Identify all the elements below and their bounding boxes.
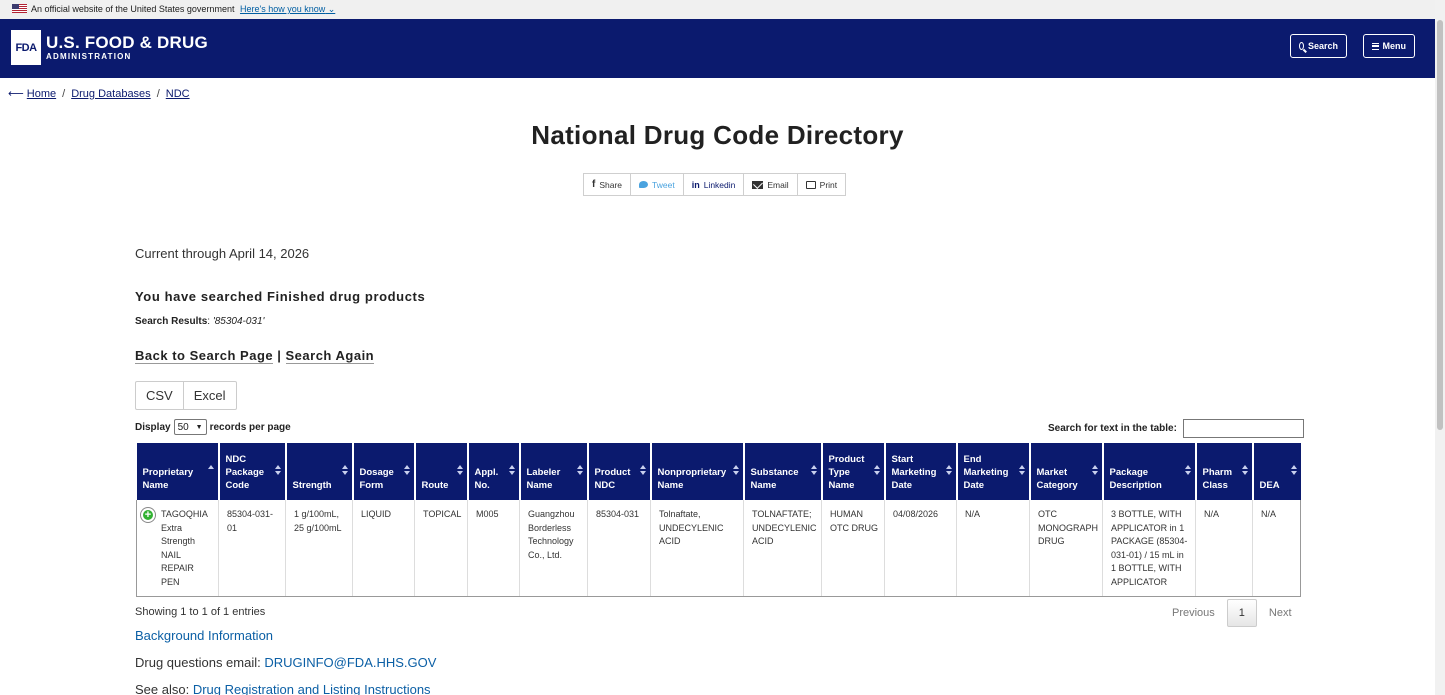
us-flag-icon [12, 4, 27, 13]
column-header[interactable]: Package Description [1102, 443, 1197, 500]
share-twitter-button[interactable]: Tweet [631, 174, 684, 195]
druginfo-email-link[interactable]: DRUGINFO@FDA.HHS.GOV [264, 655, 436, 670]
searched-heading: You have searched Finished drug products [135, 289, 426, 304]
facebook-icon: f [592, 179, 596, 190]
share-linkedin-button[interactable]: in Linkedin [684, 174, 745, 195]
column-header[interactable]: Appl. No. [467, 443, 521, 500]
table-cell: HUMAN OTC DRUG [821, 500, 885, 597]
share-facebook-button[interactable]: f Share [584, 174, 632, 195]
table-cell: 85304-031-01 [218, 500, 286, 597]
column-header[interactable]: Start Marketing Date [884, 443, 958, 500]
table-cell: N/A [1195, 500, 1253, 597]
back-links: Back to Search Page | Search Again [135, 348, 375, 364]
column-header[interactable]: Product Type Name [821, 443, 886, 500]
header-menu-button[interactable]: Menu [1363, 34, 1415, 58]
drug-questions-email: Drug questions email: DRUGINFO@FDA.HHS.G… [135, 655, 437, 670]
breadcrumb-home[interactable]: Home [27, 88, 56, 100]
column-header[interactable]: Dosage Form [352, 443, 416, 500]
column-header[interactable]: End Marketing Date [956, 443, 1031, 500]
current-through: Current through April 14, 2026 [135, 246, 310, 261]
column-header[interactable]: Nonproprietary Name [650, 443, 745, 500]
pagination: Previous 1 Next [1160, 599, 1304, 627]
results-table: Proprietary Name NDC Package Code Strength… [136, 443, 1301, 597]
header-search-label: Search [1307, 41, 1338, 51]
page-scrollbar[interactable] [1435, 0, 1445, 695]
table-cell: TOLNAFTATE; UNDECYLENIC ACID [743, 500, 822, 597]
table-cell: N/A [1252, 500, 1301, 597]
search-icon [1299, 42, 1304, 50]
column-header[interactable]: NDC Package Code [218, 443, 287, 500]
table-cell: 3 BOTTLE, WITH APPLICATOR in 1 PACKAGE (… [1102, 500, 1196, 597]
background-information-link[interactable]: Background Information [135, 628, 273, 643]
table-search: Search for text in the table: [1048, 419, 1304, 438]
showing-entries: Showing 1 to 1 of 1 entries [135, 606, 266, 618]
logo-line2: ADMINISTRATION [46, 51, 132, 61]
page-title: National Drug Code Directory [531, 120, 904, 150]
column-header[interactable]: Substance Name [743, 443, 823, 500]
column-header[interactable]: Product NDC [587, 443, 652, 500]
csv-button[interactable]: CSV [136, 382, 184, 409]
excel-button[interactable]: Excel [184, 382, 236, 409]
column-header[interactable]: Route [414, 443, 469, 500]
table-cell: Guangzhou Borderless Technology Co., Ltd… [519, 500, 588, 597]
scrollbar-thumb[interactable] [1437, 20, 1443, 430]
records-per-page-select[interactable]: 50 ▼ [173, 419, 207, 435]
previous-button[interactable]: Previous [1160, 599, 1227, 627]
export-buttons: CSV Excel [135, 381, 237, 410]
table-cell: 85304-031 [587, 500, 651, 597]
fda-logo-box: FDA [11, 30, 41, 65]
share-email-button[interactable]: Email [744, 174, 798, 195]
table-row: + TAGOQHIA Extra Strength NAIL REPAIR PEN… [136, 500, 1301, 597]
next-button[interactable]: Next [1257, 599, 1304, 627]
email-icon [752, 180, 764, 189]
gov-banner-text: An official website of the United States… [31, 4, 235, 14]
breadcrumb-ndc[interactable]: NDC [166, 88, 190, 100]
print-icon [805, 180, 816, 189]
expand-row-icon[interactable]: + [141, 508, 155, 522]
column-header[interactable]: Proprietary Name [136, 443, 220, 500]
logo-line1: U.S. FOOD & DRUG [46, 32, 208, 52]
see-also: See also: Drug Registration and Listing … [135, 682, 431, 695]
page-1-button[interactable]: 1 [1226, 599, 1257, 627]
table-search-input[interactable] [1182, 419, 1304, 438]
table-cell: LIQUID [352, 500, 415, 597]
header-menu-label: Menu [1382, 41, 1407, 51]
heres-how-you-know-link[interactable]: Here's how you know ⌄ [240, 4, 335, 14]
column-header[interactable]: Strength [285, 443, 354, 500]
registration-instructions-link[interactable]: Drug Registration and Listing Instructio… [193, 682, 431, 695]
print-button[interactable]: Print [798, 174, 845, 195]
table-cell: 1 g/100mL, 25 g/100mL [285, 500, 353, 597]
search-results: Search Results: '85304-031' [135, 316, 265, 327]
site-header: FDA U.S. FOOD & DRUG ADMINISTRATION Sear… [0, 19, 1435, 78]
table-cell: + TAGOQHIA Extra Strength NAIL REPAIR PEN [136, 500, 219, 597]
back-to-search-link[interactable]: Back to Search Page [135, 348, 274, 364]
header-search-button[interactable]: Search [1290, 34, 1347, 58]
breadcrumb: ⟵ Home / Drug Databases / NDC [8, 87, 190, 101]
menu-icon [1372, 42, 1379, 50]
table-cell: OTC MONOGRAPH DRUG [1029, 500, 1103, 597]
gov-banner: An official website of the United States… [0, 0, 1435, 19]
breadcrumb-drug-databases[interactable]: Drug Databases [71, 88, 151, 100]
table-cell: M005 [467, 500, 520, 597]
share-bar: f Share Tweet in Linkedin Email Print [583, 173, 847, 196]
column-header[interactable]: Pharm Class [1195, 443, 1254, 500]
table-cell: 04/08/2026 [884, 500, 957, 597]
table-cell: N/A [956, 500, 1030, 597]
column-header[interactable]: Labeler Name [519, 443, 589, 500]
chevron-down-icon: ▼ [195, 423, 203, 431]
table-cell: TOPICAL [414, 500, 468, 597]
column-header[interactable]: Market Category [1029, 443, 1104, 500]
fda-logo[interactable]: FDA U.S. FOOD & DRUG ADMINISTRATION [11, 30, 208, 65]
twitter-icon [639, 181, 649, 188]
back-arrow-icon: ⟵ [8, 88, 24, 100]
table-cell: Tolnaftate, UNDECYLENIC ACID [650, 500, 744, 597]
records-per-page: Display 50 ▼ records per page [135, 419, 291, 435]
search-again-link[interactable]: Search Again [285, 348, 375, 364]
linkedin-icon: in [691, 179, 700, 190]
column-header[interactable]: DEA [1252, 443, 1301, 500]
